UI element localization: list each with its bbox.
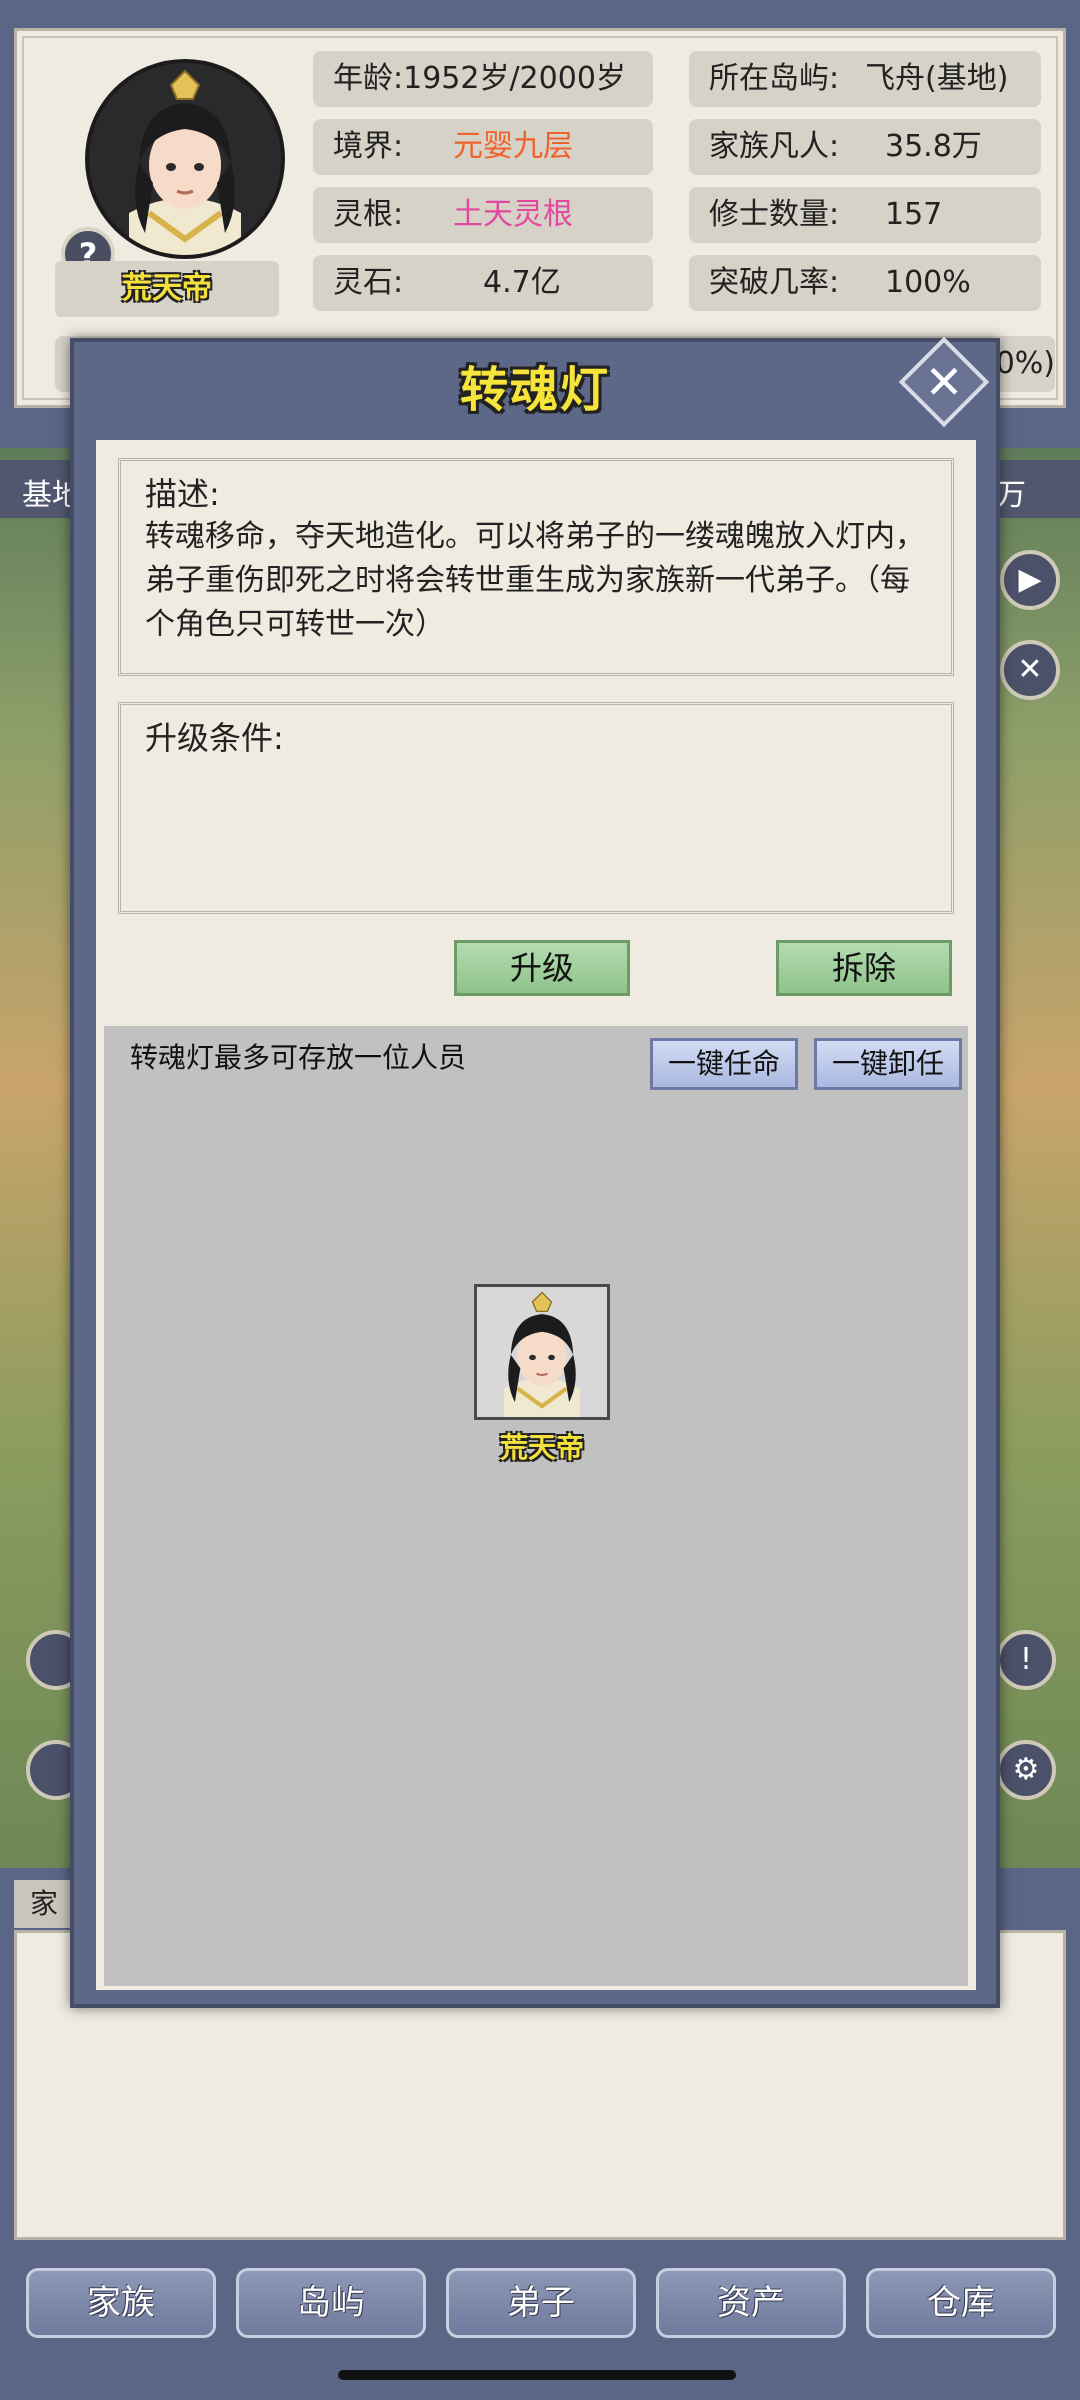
stat-cultivators-label: 修士数量: <box>709 197 840 232</box>
appoint-all-button[interactable]: 一键任命 <box>650 1038 798 1090</box>
play-icon[interactable]: ▶ <box>1000 550 1060 610</box>
dismiss-all-button[interactable]: 一键卸任 <box>814 1038 962 1090</box>
stat-spirit-root: 灵根: 土天灵根 <box>313 187 653 243</box>
occupant-slot[interactable] <box>474 1284 610 1420</box>
stat-island-value: 飞舟(基地) <box>865 61 1009 96</box>
upgrade-conditions-label: 升级条件: <box>145 719 284 757</box>
upgrade-button[interactable]: 升级 <box>454 940 630 996</box>
stat-spirit-root-value: 土天灵根 <box>453 197 573 232</box>
stat-island: 所在岛屿: 飞舟(基地) <box>689 51 1041 107</box>
stat-cultivators-value: 157 <box>885 197 943 232</box>
stat-spirit-stones-label: 灵石: <box>333 265 404 300</box>
stat-age: 年龄:1952岁/2000岁 <box>313 51 653 107</box>
dismantle-button[interactable]: 拆除 <box>776 940 952 996</box>
stat-realm-value: 元婴九层 <box>453 129 573 164</box>
stat-spirit-stones-value: 4.7亿 <box>483 265 561 300</box>
description-box: 描述: 转魂移命，夺天地造化。可以将弟子的一缕魂魄放入灯内，弟子重伤即死之时将会… <box>118 458 954 676</box>
nav-islands-button[interactable]: 岛屿 <box>236 2268 426 2338</box>
occupant-portrait-image <box>477 1287 607 1417</box>
character-avatar[interactable] <box>85 59 285 259</box>
stat-partial-text: 0%) <box>995 346 1055 381</box>
stat-island-label: 所在岛屿: <box>709 61 840 96</box>
nav-family-button[interactable]: 家族 <box>26 2268 216 2338</box>
nav-warehouse-button[interactable]: 仓库 <box>866 2268 1056 2338</box>
stat-mortals-value: 35.8万 <box>885 129 982 164</box>
dialog-title: 转魂灯 <box>459 362 610 418</box>
description-text: 转魂移命，夺天地造化。可以将弟子的一缕魂魄放入灯内，弟子重伤即死之时将会转世重生… <box>145 519 925 642</box>
character-name: 荒天帝 <box>55 261 279 317</box>
alert-icon[interactable]: ! <box>996 1630 1056 1690</box>
character-portrait-image <box>89 63 281 255</box>
home-indicator[interactable] <box>338 2370 736 2380</box>
close-map-icon[interactable]: ✕ <box>1000 640 1060 700</box>
upgrade-conditions-box: 升级条件: <box>118 702 954 914</box>
close-icon: ✕ <box>924 355 964 409</box>
dialog-body: 描述: 转魂移命，夺天地造化。可以将弟子的一缕魂魄放入灯内，弟子重伤即死之时将会… <box>96 440 976 1990</box>
stat-breakthrough-label: 突破几率: <box>709 265 840 300</box>
stat-breakthrough-value: 100% <box>885 265 971 300</box>
stat-realm: 境界: 元婴九层 <box>313 119 653 175</box>
occupant-name: 荒天帝 <box>499 1431 584 1464</box>
stat-age-label: 年龄:1952岁/2000岁 <box>333 61 626 96</box>
stat-mortals-label: 家族凡人: <box>709 129 840 164</box>
description-label: 描述: <box>145 475 220 513</box>
log-tab[interactable]: 家 <box>14 1880 74 1928</box>
capacity-text: 转魂灯最多可存放一位人员 <box>130 1041 467 1074</box>
nav-disciples-button[interactable]: 弟子 <box>446 2268 636 2338</box>
stat-spirit-root-label: 灵根: <box>333 197 404 232</box>
gear-icon[interactable]: ⚙ <box>996 1740 1056 1800</box>
stat-mortals: 家族凡人: 35.8万 <box>689 119 1041 175</box>
stat-breakthrough: 突破几率: 100% <box>689 255 1041 311</box>
nav-assets-button[interactable]: 资产 <box>656 2268 846 2338</box>
map-right-label: 万 <box>996 478 1026 513</box>
soul-lamp-dialog: 转魂灯 ✕ 描述: 转魂移命，夺天地造化。可以将弟子的一缕魂魄放入灯内，弟子重伤… <box>70 336 1000 2008</box>
stat-spirit-stones: 灵石: 4.7亿 <box>313 255 653 311</box>
stat-cultivators: 修士数量: 157 <box>689 187 1041 243</box>
occupant-area: 转魂灯最多可存放一位人员 一键任命 一键卸任 荒天帝 <box>104 1026 968 1986</box>
stat-realm-label: 境界: <box>333 129 404 164</box>
